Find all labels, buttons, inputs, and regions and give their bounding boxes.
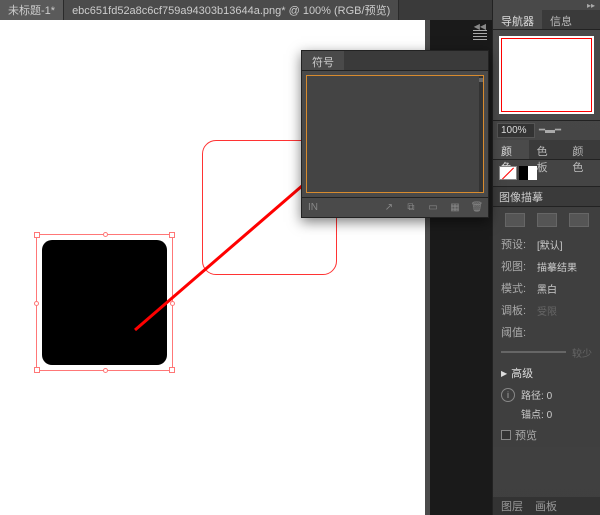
break-link-icon[interactable]: ⧉ [404, 202, 418, 214]
preview-label: 预览 [515, 427, 537, 443]
anchors-label: 锚点: [521, 410, 544, 421]
selection-handle[interactable] [170, 301, 175, 306]
slider-less-label: 较少 [572, 345, 592, 360]
mode-label: 模式: [501, 280, 537, 296]
selection-handle[interactable] [34, 367, 40, 373]
selection-handle[interactable] [169, 232, 175, 238]
symbols-list-area[interactable] [306, 75, 484, 193]
zoom-slider-icon[interactable]: ━▬━ [539, 125, 561, 136]
paths-value: 0 [547, 391, 553, 402]
tab-navigator[interactable]: 导航器 [493, 10, 542, 29]
mode-dropdown[interactable]: 黑白 [537, 281, 557, 296]
selection-handle[interactable] [34, 232, 40, 238]
symbol-options-icon[interactable]: ▭ [426, 202, 440, 214]
advanced-toggle[interactable]: ▶ 高级 [493, 361, 600, 385]
trace-preset-icon[interactable] [505, 213, 525, 227]
scrollbar[interactable] [479, 76, 483, 192]
new-symbol-icon[interactable]: ▦ [448, 202, 462, 214]
image-trace-panel: 图像描摹 预设: [默认] 视图: 描摹结果 模式: 黑白 调板: 受限 阈值:… [493, 186, 600, 447]
selection-handle[interactable] [169, 367, 175, 373]
threshold-label: 阈值: [501, 324, 537, 340]
view-label: 视图: [501, 258, 537, 274]
tab-symbols[interactable]: 符号 [302, 51, 344, 70]
trace-panel-title: 图像描摹 [499, 189, 543, 205]
tab-swatches[interactable]: 色板 [529, 140, 565, 159]
doc-tab-1[interactable]: 未标题-1* [0, 0, 64, 20]
paths-label: 路径: [521, 391, 544, 402]
palette-label: 调板: [501, 302, 537, 318]
triangle-right-icon: ▶ [501, 369, 507, 378]
palette-dropdown: 受限 [537, 303, 557, 318]
doc-tab-2[interactable]: ebc651fd52a8c6cf759a94303b13644a.png* @ … [64, 0, 399, 20]
none-swatch-icon[interactable] [499, 166, 517, 180]
tab-color[interactable]: 颜色 [493, 140, 529, 159]
tab-info[interactable]: 信息 [542, 10, 580, 29]
navigator-view-box[interactable] [501, 38, 592, 112]
dock-expand-icon[interactable]: ▸▸ [587, 1, 600, 10]
view-dropdown[interactable]: 描摹结果 [537, 259, 577, 274]
selection-handle[interactable] [103, 232, 108, 237]
anchors-value: 0 [547, 410, 553, 421]
preset-label: 预设: [501, 236, 537, 252]
trace-preset-icon[interactable] [569, 213, 589, 227]
tab-color2[interactable]: 颜色 [564, 140, 600, 159]
selection-handle[interactable] [34, 301, 39, 306]
preview-checkbox[interactable] [501, 430, 511, 440]
library-menu-icon[interactable]: IN [306, 202, 320, 214]
selection-handle[interactable] [103, 368, 108, 373]
zoom-level-field[interactable]: 100% [497, 123, 535, 138]
preset-dropdown[interactable]: [默认] [537, 237, 563, 252]
place-symbol-icon[interactable]: ↗ [382, 202, 396, 214]
tab-artboards[interactable]: 画板 [535, 498, 557, 514]
tab-layers[interactable]: 图层 [501, 498, 523, 514]
bw-swatch-icon[interactable] [519, 166, 537, 180]
delete-symbol-icon[interactable]: 🗑 [470, 202, 484, 214]
trace-preset-icon[interactable] [537, 213, 557, 227]
info-icon: i [501, 388, 515, 402]
selection-bounds [36, 234, 173, 371]
threshold-slider[interactable] [501, 351, 566, 353]
symbols-panel[interactable]: 符号 IN ↗ ⧉ ▭ ▦ 🗑 [301, 50, 489, 218]
panel-menu-icon[interactable] [473, 30, 487, 42]
navigator-thumbnail[interactable] [493, 30, 600, 120]
right-panel-dock: ▸▸ 导航器 信息 100% ━▬━ 颜色 色板 颜色 图像描摹 预设: [默认… [492, 0, 600, 515]
